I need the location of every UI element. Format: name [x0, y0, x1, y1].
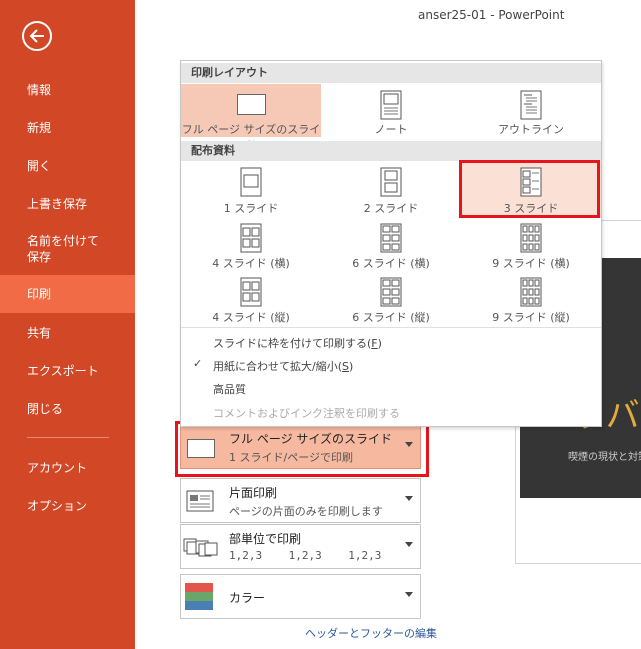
chevron-down-icon [405, 592, 413, 597]
handout-6v-icon [380, 277, 402, 307]
handout-4-slides-vertical[interactable]: 4 スライド (縦) [181, 275, 321, 329]
nav-share[interactable]: 共有 [0, 323, 135, 343]
checkmark-icon: ✓ [193, 357, 203, 370]
single-sided-icon [186, 490, 214, 512]
frame-slides-option[interactable]: スライドに枠を付けて印刷する(F) [181, 331, 601, 353]
collate-icon [183, 538, 218, 557]
highlight-box-layout [175, 421, 429, 477]
handout-6-slides-horizontal[interactable]: 6 スライド (横) [321, 221, 461, 275]
slide-subtitle-text: 喫煙の現状と対策 [568, 452, 641, 463]
layout-outline[interactable]: アウトライン [461, 84, 601, 137]
nav-new[interactable]: 新規 [0, 118, 135, 138]
color-button[interactable]: カラー [180, 574, 421, 619]
backstage-sidebar: 情報 新規 開く 上書き保存 名前を付けて 保存 印刷 共有 エクスポート 閉じ… [0, 0, 135, 649]
handout-2-slides[interactable]: 2 スライド [321, 162, 461, 218]
handout-1-icon [240, 167, 262, 197]
nav-close[interactable]: 閉じる [0, 399, 135, 419]
highlight-box-3-slides [459, 160, 600, 218]
nav-save-as[interactable]: 名前を付けて 保存 [0, 233, 135, 267]
high-quality-option[interactable]: 高品質 [181, 377, 601, 399]
print-layout-dropdown: 印刷レイアウト フル ページ サイズのスライド ノート アウトライン 配布資料 [180, 60, 602, 427]
handout-4v-icon [240, 277, 262, 307]
window-title: anser25-01 - PowerPoint [418, 8, 565, 22]
back-arrow-icon [29, 29, 44, 43]
chevron-down-icon [405, 496, 413, 501]
fit-to-paper-option[interactable]: ✓ 用紙に合わせて拡大/縮小(S) [181, 354, 601, 376]
sidebar-divider [27, 437, 109, 438]
nav-info[interactable]: 情報 [0, 80, 135, 100]
nav-save[interactable]: 上書き保存 [0, 194, 135, 214]
dropdown-divider [181, 327, 601, 328]
handout-6-slides-vertical[interactable]: 6 スライド (縦) [321, 275, 461, 329]
print-comments-option: コメントおよびインク注釈を印刷する [213, 407, 400, 420]
handout-4h-icon [240, 223, 262, 253]
handout-9v-icon [520, 277, 542, 307]
back-button[interactable] [22, 21, 52, 51]
handout-9-slides-vertical[interactable]: 9 スライド (縦) [461, 275, 601, 329]
layout-full-page-slide[interactable]: フル ページ サイズのスライド [181, 84, 321, 152]
print-sides-button[interactable]: 片面印刷 ページの片面のみを印刷します [180, 478, 421, 523]
handout-4-slides-horizontal[interactable]: 4 スライド (横) [181, 221, 321, 275]
nav-account[interactable]: アカウント [0, 458, 135, 478]
handout-6h-icon [380, 223, 402, 253]
nav-export[interactable]: エクスポート [0, 361, 135, 381]
notes-page-icon [380, 90, 402, 120]
nav-open[interactable]: 開く [0, 156, 135, 176]
handout-9-slides-horizontal[interactable]: 9 スライド (横) [461, 221, 601, 275]
handouts-header: 配布資料 [181, 141, 601, 161]
layout-notes[interactable]: ノート [321, 84, 461, 137]
print-layout-header: 印刷レイアウト [181, 63, 601, 83]
edit-header-footer-link[interactable]: ヘッダーとフッターの編集 [305, 625, 437, 641]
handout-9h-icon [520, 223, 542, 253]
full-page-slide-icon [237, 94, 266, 115]
outline-page-icon [520, 90, 542, 120]
collate-button[interactable]: 部単位で印刷 1,2,3 1,2,3 1,2,3 [180, 524, 421, 569]
nav-print[interactable]: 印刷 [0, 275, 135, 313]
nav-options[interactable]: オプション [0, 496, 135, 516]
chevron-down-icon [405, 542, 413, 547]
handout-2-icon [380, 167, 402, 197]
handout-1-slide[interactable]: 1 スライド [181, 162, 321, 218]
color-icon [185, 583, 213, 610]
